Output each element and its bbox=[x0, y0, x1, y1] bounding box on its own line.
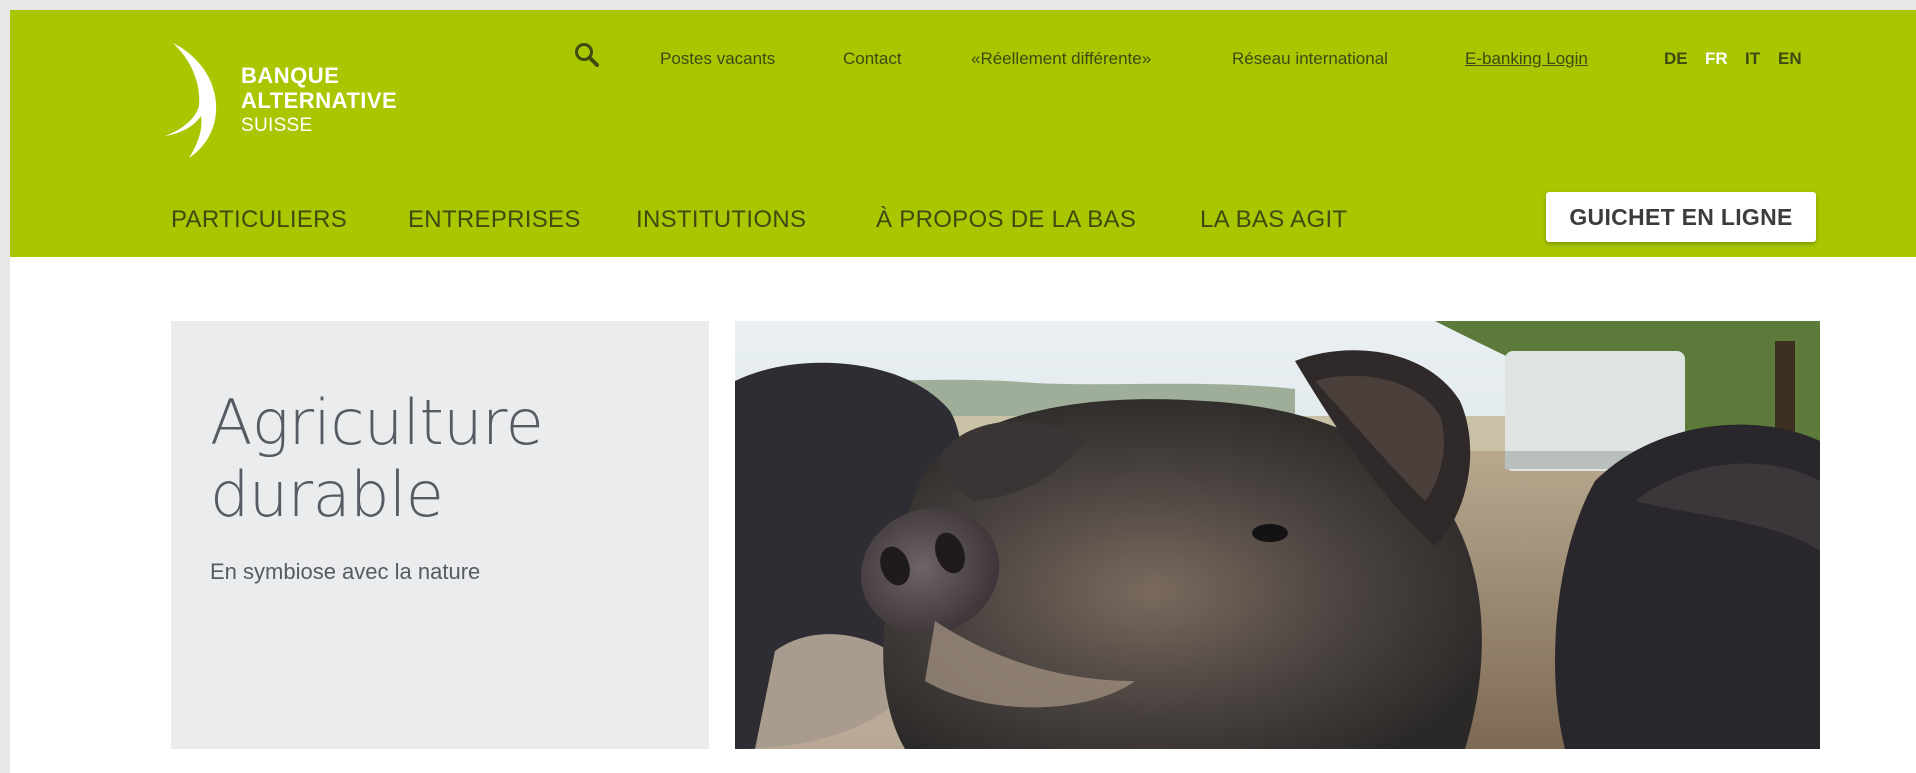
search-icon[interactable] bbox=[572, 40, 602, 70]
page-subtitle: En symbiose avec la nature bbox=[210, 559, 481, 584]
bank-logo[interactable]: BANQUE ALTERNATIVE SUISSE bbox=[163, 38, 403, 168]
util-link-different[interactable]: «Réellement différente» bbox=[971, 49, 1151, 69]
page-title: Agriculture durable bbox=[210, 387, 670, 531]
page-frame: BANQUE ALTERNATIVE SUISSE Postes vacants… bbox=[10, 10, 1916, 773]
logo-wordmark: BANQUE ALTERNATIVE SUISSE bbox=[241, 63, 397, 138]
nav-particuliers[interactable]: PARTICULIERS bbox=[171, 206, 347, 234]
lang-fr[interactable]: FR bbox=[1705, 49, 1728, 69]
nav-entreprises[interactable]: ENTREPRISES bbox=[408, 206, 581, 234]
logo-line-1: BANQUE bbox=[241, 63, 340, 88]
page-title-line-2: durable bbox=[210, 458, 444, 531]
online-banking-button[interactable]: GUICHET EN LIGNE bbox=[1546, 192, 1816, 242]
util-link-ebanking[interactable]: E-banking Login bbox=[1465, 49, 1588, 69]
nav-institutions[interactable]: INSTITUTIONS bbox=[636, 206, 806, 234]
logo-line-3: SUISSE bbox=[241, 115, 313, 136]
util-link-network[interactable]: Réseau international bbox=[1232, 49, 1388, 69]
util-link-jobs[interactable]: Postes vacants bbox=[660, 49, 775, 69]
nav-a-propos[interactable]: À PROPOS DE LA BAS bbox=[876, 206, 1136, 234]
hero-text-card: Agriculture durable En symbiose avec la … bbox=[171, 321, 709, 749]
page-title-line-1: Agriculture bbox=[210, 386, 544, 459]
nav-la-bas-agit[interactable]: LA BAS AGIT bbox=[1200, 206, 1347, 234]
hero-pig-photo bbox=[735, 321, 1820, 749]
util-link-contact[interactable]: Contact bbox=[843, 49, 902, 69]
lang-en[interactable]: EN bbox=[1778, 49, 1802, 69]
logo-line-2: ALTERNATIVE bbox=[241, 88, 398, 113]
site-header: BANQUE ALTERNATIVE SUISSE Postes vacants… bbox=[10, 10, 1916, 257]
lang-it[interactable]: IT bbox=[1745, 49, 1760, 69]
lang-de[interactable]: DE bbox=[1664, 49, 1688, 69]
swift-bird-icon bbox=[165, 43, 217, 158]
